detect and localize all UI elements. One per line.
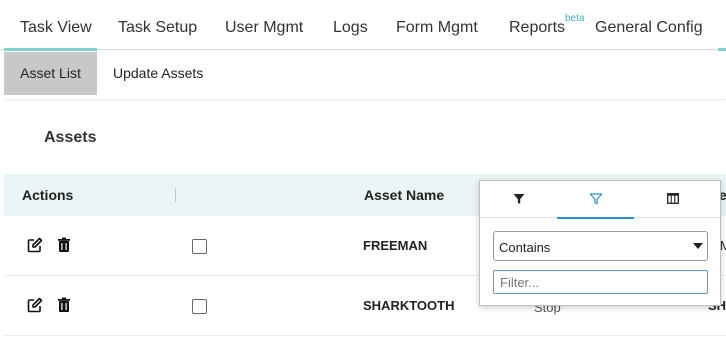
tab-update-assets[interactable]: Update Assets	[97, 52, 219, 95]
chevron-down-icon	[693, 243, 703, 249]
filter-condition-value: Contains	[499, 240, 551, 255]
tab-general-menu[interactable]	[480, 181, 557, 218]
top-nav: Task View Task Setup User Mgmt Logs Form…	[0, 0, 726, 51]
active-nav-indicator	[4, 48, 97, 51]
page-title: Assets	[44, 129, 97, 146]
trash-icon[interactable]	[57, 237, 73, 253]
nav-task-setup[interactable]: Task Setup	[118, 19, 197, 37]
tab-columns[interactable]	[634, 181, 711, 218]
nav-indicator-edge	[718, 48, 726, 51]
filter-input[interactable]	[493, 270, 708, 294]
column-resize-handle[interactable]	[175, 188, 176, 202]
cell-partial-trailing: M	[720, 238, 726, 253]
filter-condition-select[interactable]: Contains	[493, 231, 708, 261]
tab-filter[interactable]	[557, 181, 634, 219]
col-header-actions[interactable]: Actions	[22, 187, 73, 203]
row-select-checkbox[interactable]	[192, 239, 207, 254]
nav-logs[interactable]: Logs	[333, 19, 368, 37]
nav-user-mgmt[interactable]: User Mgmt	[225, 19, 303, 37]
col-header-asset-name[interactable]: Asset Name	[364, 187, 444, 203]
filter-popup-tabs	[480, 181, 720, 219]
column-filter-popup: Contains	[479, 180, 721, 306]
edit-icon[interactable]	[27, 237, 43, 253]
nav-task-view[interactable]: Task View	[20, 19, 92, 37]
cell-asset-name: SHARKTOOTH	[363, 298, 455, 313]
cell-asset-name: FREEMAN	[363, 238, 428, 253]
nav-reports[interactable]: Reports	[509, 19, 565, 37]
row-select-checkbox[interactable]	[192, 299, 207, 314]
sub-tabs: Asset List Update Assets	[4, 52, 726, 100]
trash-icon[interactable]	[57, 297, 73, 313]
beta-badge: beta	[565, 13, 585, 24]
edit-icon[interactable]	[27, 297, 43, 313]
nav-general-config[interactable]: General Config	[595, 19, 703, 37]
tab-asset-list[interactable]: Asset List	[4, 52, 97, 95]
nav-form-mgmt[interactable]: Form Mgmt	[396, 19, 478, 37]
